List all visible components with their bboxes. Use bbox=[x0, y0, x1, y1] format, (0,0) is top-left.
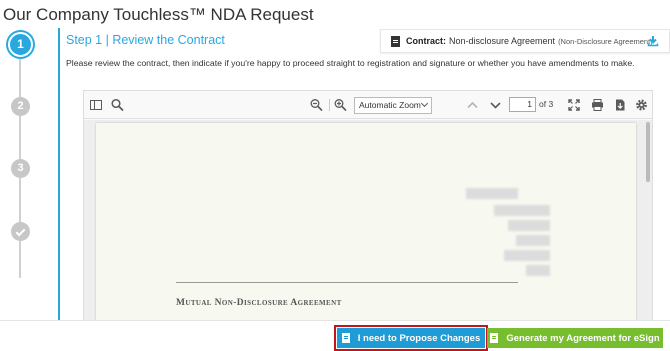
search-icon[interactable] bbox=[111, 98, 124, 112]
redacted-text bbox=[526, 265, 550, 276]
step-complete-indicator[interactable] bbox=[11, 222, 30, 241]
contract-info-box: Contract: Non-disclosure Agreement (Non-… bbox=[380, 29, 670, 53]
chevron-down-icon bbox=[420, 99, 429, 108]
gear-icon[interactable] bbox=[635, 98, 648, 112]
pdf-divider bbox=[176, 282, 518, 283]
next-page-icon[interactable] bbox=[489, 98, 502, 112]
document-icon bbox=[490, 333, 499, 343]
step-heading: Step 1 | Review the Contract bbox=[66, 33, 225, 47]
pdf-page: Mutual Non-Disclosure Agreement bbox=[96, 123, 636, 321]
redacted-text bbox=[516, 235, 550, 246]
pdf-toolbar: Automatic Zoom 1 of 3 bbox=[84, 91, 652, 119]
step-3-indicator[interactable]: 3 bbox=[11, 159, 30, 178]
generate-agreement-button[interactable]: Generate my Agreement for eSign bbox=[487, 328, 663, 348]
contract-subtitle: (Non-Disclosure Agreement) bbox=[558, 36, 653, 46]
sidebar-toggle-icon[interactable] bbox=[90, 98, 102, 112]
previous-page-icon[interactable] bbox=[466, 98, 479, 112]
pdf-document-area[interactable]: Mutual Non-Disclosure Agreement bbox=[84, 120, 652, 321]
download-icon[interactable] bbox=[647, 35, 659, 47]
generate-agreement-label: Generate my Agreement for eSign bbox=[506, 332, 660, 344]
document-icon bbox=[341, 333, 350, 343]
step-1-indicator[interactable]: 1 bbox=[8, 32, 33, 57]
contract-label: Contract: bbox=[406, 36, 446, 46]
instructions-text: Please review the contract, then indicat… bbox=[66, 58, 635, 68]
zoom-select-value: Automatic Zoom bbox=[359, 100, 421, 110]
pdf-viewer: Automatic Zoom 1 of 3 Mutual Non-Disclos… bbox=[83, 90, 653, 321]
redacted-text bbox=[466, 188, 518, 199]
check-icon bbox=[15, 226, 26, 237]
zoom-out-icon[interactable] bbox=[310, 98, 323, 112]
pdf-scrollbar[interactable] bbox=[646, 122, 650, 182]
step-2-indicator[interactable]: 2 bbox=[11, 97, 30, 116]
redacted-text bbox=[504, 250, 550, 261]
print-icon[interactable] bbox=[591, 98, 604, 112]
zoom-in-icon[interactable] bbox=[334, 98, 347, 112]
download-icon[interactable] bbox=[614, 98, 626, 112]
document-icon bbox=[391, 35, 400, 47]
propose-changes-label: I need to Propose Changes bbox=[357, 332, 481, 344]
page-count: of 3 bbox=[539, 99, 554, 109]
redacted-text bbox=[494, 205, 550, 216]
presentation-mode-icon[interactable] bbox=[568, 98, 580, 112]
page-number-input[interactable]: 1 bbox=[509, 97, 536, 112]
contract-name: Non-disclosure Agreement bbox=[449, 36, 556, 46]
zoom-select[interactable]: Automatic Zoom bbox=[354, 97, 432, 114]
propose-changes-button[interactable]: I need to Propose Changes bbox=[334, 325, 488, 351]
page-title: Our Company Touchless™ NDA Request bbox=[3, 5, 314, 24]
stepper: 1 2 3 bbox=[0, 28, 42, 320]
pdf-document-heading: Mutual Non-Disclosure Agreement bbox=[176, 298, 342, 308]
toolbar-separator bbox=[329, 99, 330, 111]
redacted-text bbox=[508, 220, 550, 231]
action-footer: I need to Propose Changes Generate my Ag… bbox=[0, 320, 670, 351]
